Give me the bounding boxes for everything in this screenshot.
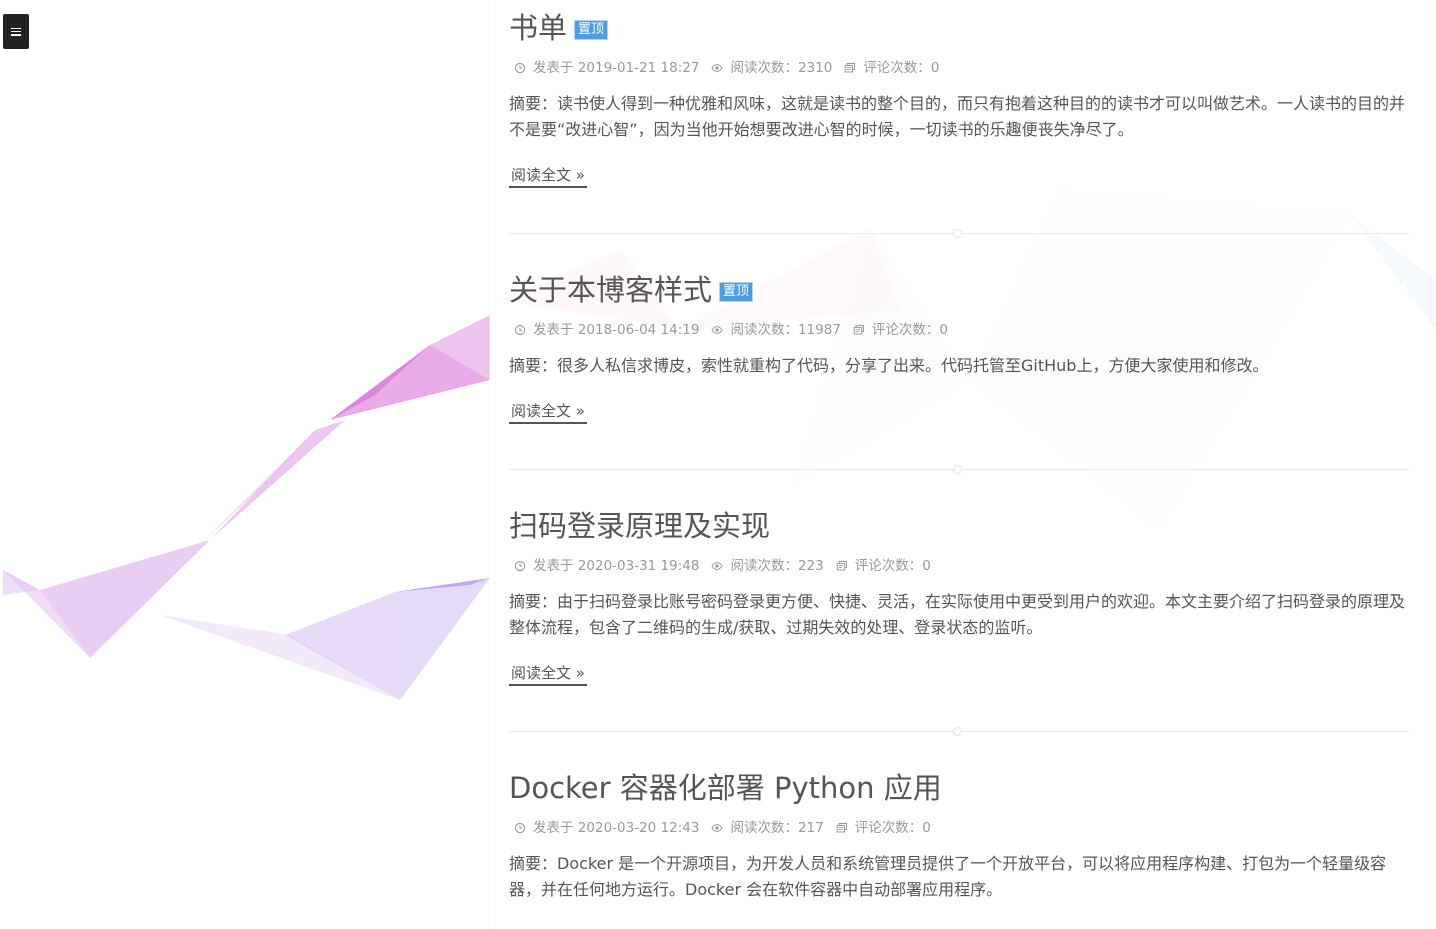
read-more-link[interactable]: 阅读全文 » xyxy=(509,401,587,424)
views-count: 223 xyxy=(797,558,824,574)
views-label: 阅读次数： xyxy=(730,558,798,574)
comments-count: 0 xyxy=(939,322,948,338)
comment-icon xyxy=(845,63,856,73)
comment-icon xyxy=(836,823,847,833)
eye-icon xyxy=(711,562,724,570)
views-count: 2310 xyxy=(797,60,833,76)
post-excerpt: 摘要：Docker 是一个开源项目，为开发人员和系统管理员提供了一个开放平台，可… xyxy=(509,854,1387,899)
post-title-link[interactable]: Docker 容器化部署 Python 应用 xyxy=(509,768,942,808)
menu-icon xyxy=(11,27,21,36)
clock-icon xyxy=(514,822,526,834)
post-item: Docker 容器化部署 Python 应用 发表于 2020-03-20 12… xyxy=(509,768,1409,903)
post-item: 扫码登录原理及实现 发表于 2020-03-31 19:48 阅读次数： 223 … xyxy=(509,506,1409,686)
post-excerpt: 摘要：读书使人得到一种优雅和风味，这就是读书的整个目的，而只有抱着这种目的的读书… xyxy=(509,94,1406,139)
comments-label: 评论次数： xyxy=(863,60,931,76)
post-excerpt: 摘要：很多人私信求博皮，索性就重构了代码，分享了出来。代码托管至GitHub上，… xyxy=(509,356,1269,375)
posted-date: 2020-03-31 19:48 xyxy=(577,558,700,574)
post-title: 书单 置顶 xyxy=(509,8,1409,48)
post-meta: 发表于 2020-03-20 12:43 阅读次数： 217 评论次数： 0 xyxy=(509,818,1409,838)
comments-label: 评论次数： xyxy=(854,820,923,836)
comments-count: 0 xyxy=(922,820,931,836)
post-meta: 发表于 2020-03-31 19:48 阅读次数： 223 评论次数： 0 xyxy=(509,556,1409,576)
eye-icon xyxy=(711,64,724,72)
clock-icon xyxy=(514,324,526,336)
views-label: 阅读次数： xyxy=(730,60,798,76)
views-label: 阅读次数： xyxy=(730,322,798,338)
pinned-badge: 置顶 xyxy=(719,282,754,302)
clock-icon xyxy=(514,62,526,74)
post-title-link[interactable]: 扫码登录原理及实现 xyxy=(509,506,770,546)
post-title: 关于本博客样式 置顶 xyxy=(509,270,1409,310)
views-count: 11987 xyxy=(797,322,841,338)
posted-date: 2019-01-21 18:27 xyxy=(577,60,700,76)
posted-label: 发表于 xyxy=(533,60,574,76)
comments-label: 评论次数： xyxy=(854,558,923,574)
post-list: 书单 置顶 发表于 2019-01-21 18:27 阅读次数： 2310 评论次… xyxy=(489,0,1429,929)
eye-icon xyxy=(711,326,724,334)
menu-toggle-button[interactable] xyxy=(3,14,29,49)
post-item: 书单 置顶 发表于 2019-01-21 18:27 阅读次数： 2310 评论次… xyxy=(509,8,1409,188)
post-title: Docker 容器化部署 Python 应用 xyxy=(509,768,1409,808)
post-title-link[interactable]: 书单 xyxy=(509,8,567,48)
comment-icon xyxy=(836,561,847,571)
post-divider xyxy=(509,727,1409,736)
comments-count: 0 xyxy=(930,60,940,76)
post-meta: 发表于 2019-01-21 18:27 阅读次数： 2310 评论次数： 0 xyxy=(509,58,1409,78)
post-excerpt: 摘要：由于扫码登录比账号密码登录更方便、快捷、灵活，在实际使用中更受到用户的欢迎… xyxy=(509,592,1406,637)
posted-label: 发表于 xyxy=(533,558,574,574)
comments-label: 评论次数： xyxy=(871,322,940,338)
posted-date: 2018-06-04 14:19 xyxy=(577,322,700,338)
posted-label: 发表于 xyxy=(533,820,574,836)
clock-icon xyxy=(514,560,526,572)
posted-date: 2020-03-20 12:43 xyxy=(577,820,700,836)
post-divider xyxy=(509,465,1409,474)
posted-label: 发表于 xyxy=(533,322,574,338)
comment-icon xyxy=(853,325,864,335)
read-more-link[interactable]: 阅读全文 » xyxy=(509,165,587,188)
post-meta: 发表于 2018-06-04 14:19 阅读次数： 11987 评论次数： 0 xyxy=(509,320,1409,340)
read-more-link[interactable]: 阅读全文 » xyxy=(509,663,587,686)
post-title: 扫码登录原理及实现 xyxy=(509,506,1409,546)
post-divider xyxy=(509,229,1409,238)
eye-icon xyxy=(711,824,724,832)
post-item: 关于本博客样式 置顶 发表于 2018-06-04 14:19 阅读次数： 119… xyxy=(509,270,1409,424)
views-label: 阅读次数： xyxy=(730,820,798,836)
comments-count: 0 xyxy=(922,558,931,574)
views-count: 217 xyxy=(797,820,824,836)
pinned-badge: 置顶 xyxy=(574,20,609,40)
post-title-link[interactable]: 关于本博客样式 xyxy=(509,270,712,310)
